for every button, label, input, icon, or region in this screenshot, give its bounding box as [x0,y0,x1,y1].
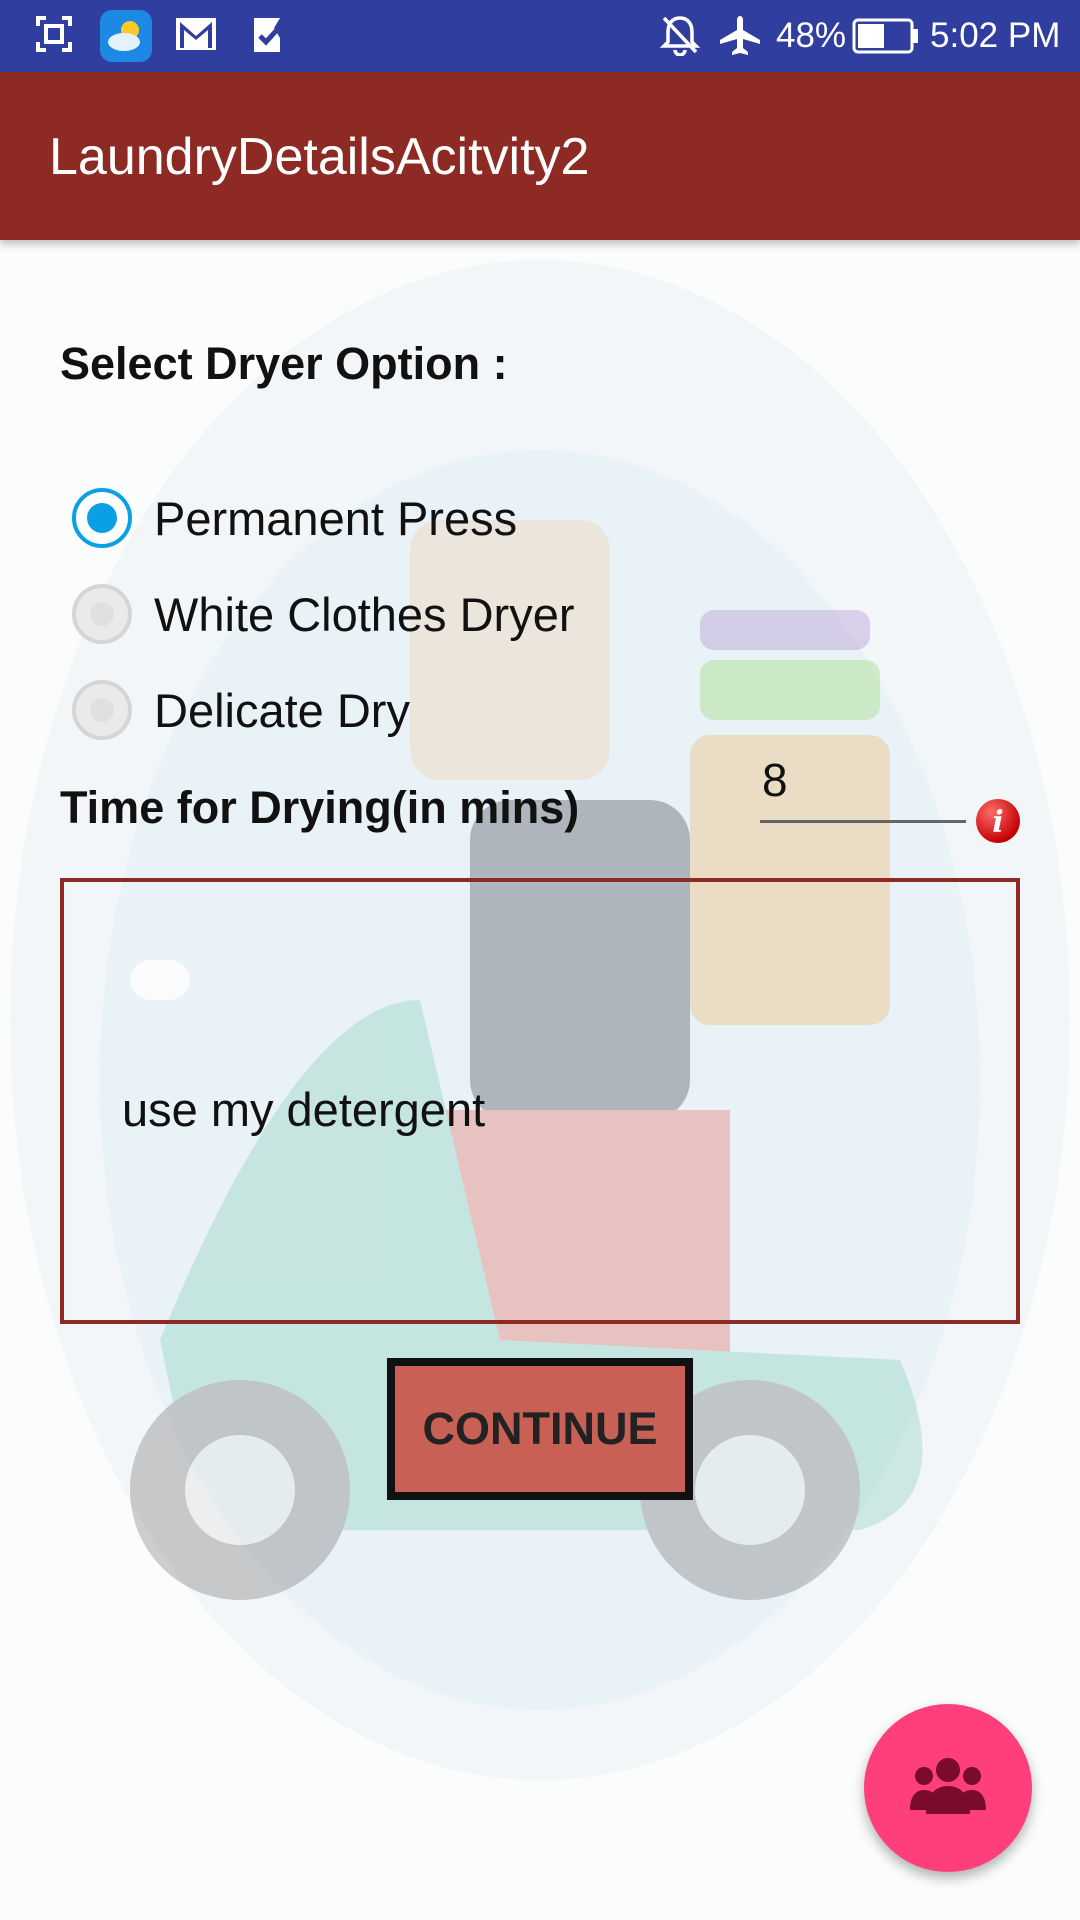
dryer-option-label: Select Dryer Option : [60,338,508,389]
group-icon [910,1754,986,1823]
continue-button[interactable]: CONTINUE [387,1358,693,1500]
screenshot-icon [34,14,74,59]
content: Select Dryer Option : Permanent Press Wh… [0,240,1080,1920]
error-info-icon: i [974,797,1022,845]
airplane-mode-icon [718,14,762,61]
radio-label: White Clothes Dryer [154,587,575,641]
radio-label: Delicate Dry [154,683,410,737]
radio-button[interactable] [72,680,132,740]
clock: 5:02 PM [930,16,1061,55]
notifications-off-icon [659,14,701,61]
radio-button[interactable] [72,584,132,644]
app-bar: LaundryDetailsAcitvity2 [0,72,1080,240]
battery-percent: 48% [776,16,847,55]
tasks-icon [250,14,292,61]
gmail-icon [174,14,218,59]
radio-permanent-press[interactable]: Permanent Press [72,478,517,558]
weather-icon [100,10,152,67]
radio-delicate-dry[interactable]: Delicate Dry [72,670,410,750]
drying-time-label: Time for Drying(in mins) [60,782,580,833]
radio-white-clothes-dryer[interactable]: White Clothes Dryer [72,574,575,654]
notes-text: use my detergent [122,1083,486,1136]
status-bar: 48% 5:02 PM [0,0,1080,72]
drying-time-input[interactable] [760,740,966,823]
radio-button-checked[interactable] [72,488,132,548]
group-fab-button[interactable] [864,1704,1032,1872]
radio-label: Permanent Press [154,491,518,545]
page-title: LaundryDetailsAcitvity2 [49,128,590,186]
battery-icon [852,18,920,59]
screen: 48% 5:02 PM LaundryDetailsAcitvity2 Sele… [0,0,1080,1920]
notes-field[interactable]: use my detergent [60,878,1020,1324]
svg-text:i: i [992,805,1003,840]
